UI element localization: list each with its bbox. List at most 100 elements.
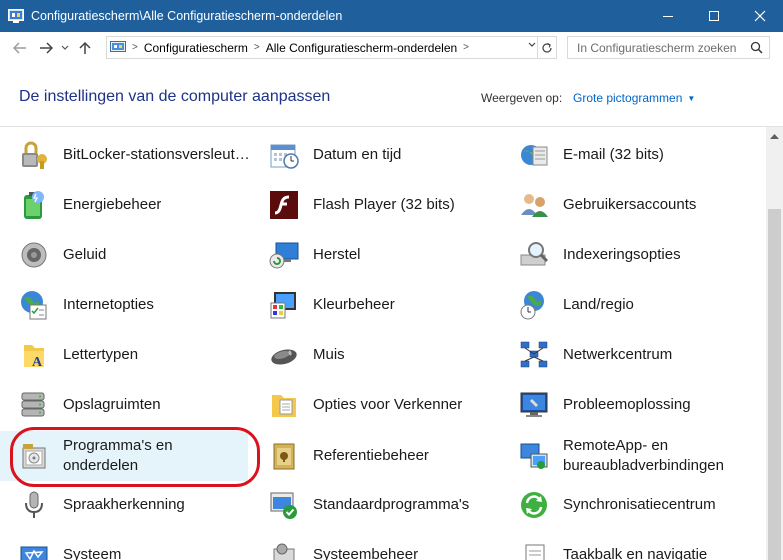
content-header: De instellingen van de computer aanpasse… bbox=[0, 64, 783, 127]
item-sync-center[interactable]: Synchronisatiecentrum bbox=[500, 481, 748, 529]
vertical-scrollbar[interactable] bbox=[766, 127, 783, 560]
item-label: Gebruikersaccounts bbox=[563, 196, 697, 213]
minimize-icon bbox=[663, 16, 673, 17]
item-remoteapp[interactable]: RemoteApp- en bureaubladverbindingen bbox=[500, 431, 748, 481]
item-label: Geluid bbox=[63, 246, 107, 263]
item-flash-player[interactable]: Flash Player (32 bits) bbox=[250, 181, 498, 229]
fonts-folder-icon: A bbox=[18, 339, 50, 371]
maximize-button[interactable] bbox=[691, 0, 737, 32]
control-panel-items: BitLocker-stationsversleut… Datum en tij… bbox=[0, 131, 766, 560]
address-dropdown-button[interactable] bbox=[528, 40, 536, 51]
view-mode-dropdown[interactable]: Grote pictogrammen ▼ bbox=[573, 91, 695, 105]
system-icon bbox=[18, 539, 50, 560]
title-bar: Configuratiescherm\Alle Configuratiesche… bbox=[0, 0, 783, 32]
recent-locations-button[interactable] bbox=[59, 36, 71, 60]
item-email[interactable]: E-mail (32 bits) bbox=[500, 131, 748, 179]
network-icon bbox=[518, 339, 550, 371]
forward-button[interactable] bbox=[35, 36, 57, 60]
item-label: RemoteApp- en bureaubladverbindingen bbox=[563, 437, 724, 474]
item-administrative-tools[interactable]: Systeembeheer bbox=[250, 531, 498, 560]
item-label: Land/regio bbox=[563, 296, 634, 313]
remote-desktop-icon bbox=[518, 440, 550, 472]
item-system[interactable]: Systeem bbox=[0, 531, 248, 560]
item-label: Netwerkcentrum bbox=[563, 346, 673, 363]
item-date-time[interactable]: Datum en tijd bbox=[250, 131, 498, 179]
item-color-management[interactable]: Kleurbeheer bbox=[250, 281, 498, 329]
item-label: BitLocker-stationsversleut… bbox=[63, 146, 248, 163]
item-network-center[interactable]: Netwerkcentrum bbox=[500, 331, 748, 379]
color-management-icon bbox=[268, 289, 300, 321]
search-input[interactable]: In Configuratiescherm zoeken bbox=[567, 36, 770, 59]
item-credential-manager[interactable]: Referentiebeheer bbox=[250, 431, 498, 481]
item-label: Spraakherkenning bbox=[63, 496, 185, 513]
svg-text:A: A bbox=[32, 355, 43, 370]
item-default-programs[interactable]: Standaardprogramma's bbox=[250, 481, 498, 529]
globe-settings-icon bbox=[18, 289, 50, 321]
refresh-icon bbox=[542, 42, 552, 53]
bitlocker-icon bbox=[18, 139, 50, 171]
item-sound[interactable]: Geluid bbox=[0, 231, 248, 279]
credential-manager-icon bbox=[268, 440, 300, 472]
close-button[interactable] bbox=[737, 0, 783, 32]
arrow-up-icon bbox=[79, 41, 91, 54]
control-panel-icon bbox=[110, 41, 126, 54]
search-icon[interactable] bbox=[750, 41, 763, 57]
item-storage-spaces[interactable]: Opslagruimten bbox=[0, 381, 248, 429]
view-label: Weergeven op: bbox=[481, 91, 563, 105]
item-label: Probleemoplossing bbox=[563, 396, 691, 413]
item-label: E-mail (32 bits) bbox=[563, 146, 664, 163]
item-label: Synchronisatiecentrum bbox=[563, 496, 716, 513]
item-label: Systeem bbox=[63, 546, 122, 560]
scroll-up-button[interactable] bbox=[766, 127, 783, 144]
breadcrumb-all-items[interactable]: Alle Configuratiescherm-onderdelen bbox=[266, 41, 457, 55]
item-speech-recognition[interactable]: Spraakherkenning bbox=[0, 481, 248, 529]
breadcrumb-separator[interactable]: > bbox=[463, 42, 469, 53]
item-label: Datum en tijd bbox=[313, 146, 402, 163]
breadcrumb-separator[interactable]: > bbox=[254, 42, 260, 53]
item-label: Energiebeheer bbox=[63, 196, 162, 213]
sync-icon bbox=[518, 489, 550, 521]
up-button[interactable] bbox=[74, 36, 96, 60]
default-programs-icon bbox=[268, 489, 300, 521]
refresh-button[interactable] bbox=[537, 37, 556, 58]
recovery-icon bbox=[268, 239, 300, 271]
arrow-left-icon bbox=[13, 42, 26, 54]
item-troubleshooting[interactable]: Probleemoplossing bbox=[500, 381, 748, 429]
item-label: Opslagruimten bbox=[63, 396, 161, 413]
flash-player-icon bbox=[268, 189, 300, 221]
maximize-icon bbox=[709, 11, 719, 21]
item-internet-options[interactable]: Internetopties bbox=[0, 281, 248, 329]
back-button[interactable] bbox=[9, 36, 31, 60]
item-recovery[interactable]: Herstel bbox=[250, 231, 498, 279]
item-bitlocker[interactable]: BitLocker-stationsversleut… bbox=[0, 131, 248, 179]
item-region[interactable]: Land/regio bbox=[500, 281, 748, 329]
breadcrumb-control-panel[interactable]: Configuratiescherm bbox=[144, 41, 248, 55]
control-panel-icon bbox=[8, 9, 24, 23]
calendar-clock-icon bbox=[268, 139, 300, 171]
address-bar[interactable]: > Configuratiescherm > Alle Configuratie… bbox=[106, 36, 557, 59]
indexing-icon bbox=[518, 239, 550, 271]
item-mouse[interactable]: Muis bbox=[250, 331, 498, 379]
item-power-options[interactable]: Energiebeheer bbox=[0, 181, 248, 229]
search-placeholder: In Configuratiescherm zoeken bbox=[577, 40, 737, 55]
window-title: Configuratiescherm\Alle Configuratiesche… bbox=[31, 9, 343, 23]
item-fonts[interactable]: A Lettertypen bbox=[0, 331, 248, 379]
item-explorer-options[interactable]: Opties voor Verkenner bbox=[250, 381, 498, 429]
taskbar-icon bbox=[518, 539, 550, 560]
breadcrumb-separator[interactable]: > bbox=[132, 42, 138, 53]
item-taskbar-navigation[interactable]: Taakbalk en navigatie bbox=[500, 531, 748, 560]
storage-icon bbox=[18, 389, 50, 421]
item-indexing-options[interactable]: Indexeringsopties bbox=[500, 231, 748, 279]
highlight-annotation bbox=[10, 427, 260, 487]
speaker-icon bbox=[18, 239, 50, 271]
item-label: Kleurbeheer bbox=[313, 296, 395, 313]
caret-up-icon bbox=[770, 133, 779, 139]
minimize-button[interactable] bbox=[645, 0, 691, 32]
item-user-accounts[interactable]: Gebruikersaccounts bbox=[500, 181, 748, 229]
users-icon bbox=[518, 189, 550, 221]
scroll-thumb[interactable] bbox=[768, 209, 781, 560]
item-label: Muis bbox=[313, 346, 345, 363]
caret-down-icon: ▼ bbox=[687, 94, 696, 103]
item-label: Indexeringsopties bbox=[563, 246, 681, 263]
email-icon bbox=[518, 139, 550, 171]
